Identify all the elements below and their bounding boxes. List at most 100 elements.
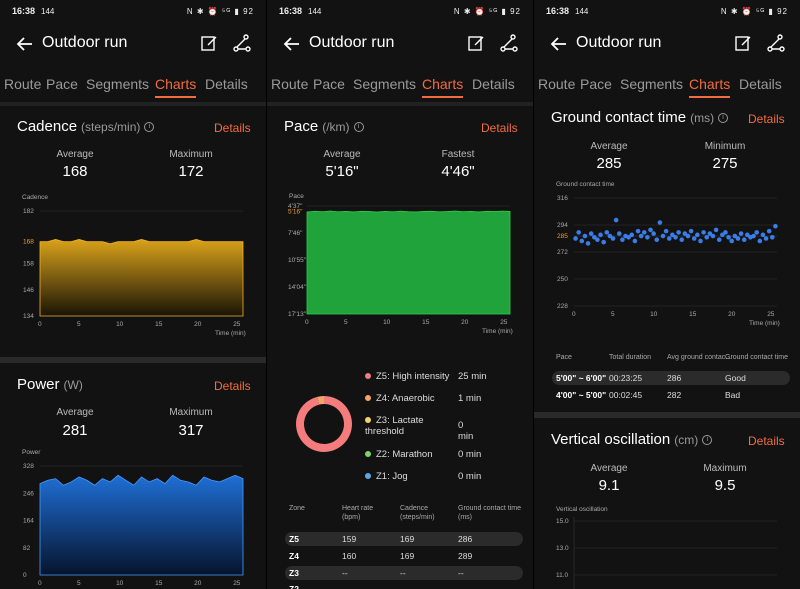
pace-title-text: Pace	[284, 118, 319, 135]
section-separator	[534, 412, 800, 418]
status-signal: 144	[308, 6, 322, 16]
gct-point	[713, 227, 719, 233]
table-cell: --	[400, 568, 406, 578]
cadence-maximum-value: 172	[178, 163, 204, 180]
cadence-maximum-label: Maximum	[169, 149, 213, 160]
tab-segments[interactable]: Segments	[620, 76, 683, 92]
gct-point	[716, 237, 722, 243]
gct-details-link[interactable]: Details	[748, 112, 785, 126]
table-cell: Good	[725, 373, 746, 383]
tab-segments[interactable]: Segments	[353, 76, 416, 92]
table-header-pace: Pace	[556, 354, 572, 361]
route-share-icon[interactable]	[499, 33, 519, 53]
cadence-area	[39, 239, 244, 317]
back-arrow-icon[interactable]	[281, 33, 303, 55]
y-tick-label: 328	[23, 463, 34, 470]
tab-charts[interactable]: Charts	[689, 76, 731, 98]
y-tick-label: 0	[23, 572, 27, 579]
tab-details[interactable]: Details	[472, 76, 515, 92]
status-signal: 144	[41, 6, 55, 16]
cadence-details-link[interactable]: Details	[214, 121, 251, 135]
info-icon[interactable]: i	[144, 122, 155, 133]
table-cell: Z5	[289, 534, 299, 544]
table-header-heart-rate: Heart rate (bpm)	[342, 505, 374, 521]
tab-pace[interactable]: Pace	[580, 76, 612, 92]
tab-route[interactable]: Route	[4, 76, 41, 92]
gct-point	[770, 234, 775, 240]
vo-details-link[interactable]: Details	[748, 434, 785, 448]
status-icons: N ✱ ⏰ ⁵ᴳ ▮ 92	[720, 6, 788, 16]
tab-charts[interactable]: Charts	[422, 76, 464, 98]
tab-route[interactable]: Route	[271, 76, 308, 92]
power-unit: (W)	[63, 378, 83, 392]
y-tick-label: 5'16"	[288, 209, 303, 216]
y-tick-label: 134	[23, 313, 34, 320]
zone-duration: 0 min	[458, 449, 482, 460]
gct-minimum-label: Minimum	[704, 141, 746, 152]
back-arrow-icon[interactable]	[14, 33, 36, 55]
gct-point	[673, 234, 678, 240]
cadence-unit: (steps/min)	[81, 120, 141, 134]
table-row: Z5 159 169 286	[285, 532, 523, 546]
gct-point	[632, 238, 638, 244]
cadence-chart: Cadence 182 168 158 146 134 0 5 10 15 20 25 Time (mi…	[22, 194, 246, 337]
section-separator	[0, 357, 266, 363]
edit-icon[interactable]	[467, 34, 485, 52]
info-icon[interactable]: i	[353, 122, 364, 133]
tab-details[interactable]: Details	[205, 76, 248, 92]
pace-details-link[interactable]: Details	[481, 121, 518, 135]
gct-point	[763, 236, 769, 241]
route-share-icon[interactable]	[766, 33, 786, 53]
power-details-link[interactable]: Details	[214, 379, 251, 393]
table-cell: 286	[667, 373, 682, 383]
back-arrow-icon[interactable]	[548, 33, 570, 55]
power-chart: Power 328 246 164 82 0 0 5 10 15 20 25	[22, 449, 244, 587]
zone-dot	[365, 417, 371, 424]
gct-point	[598, 232, 603, 238]
x-tick-label: 20	[194, 321, 202, 328]
tab-details[interactable]: Details	[739, 76, 782, 92]
tab-pace[interactable]: Pace	[46, 76, 78, 92]
gct-point	[735, 236, 741, 241]
gct-point	[588, 231, 594, 236]
power-average-value: 281	[62, 422, 88, 439]
x-axis-unit: Time (min)	[749, 320, 780, 327]
x-tick-label: 5	[77, 580, 81, 587]
route-share-icon[interactable]	[232, 33, 252, 53]
zone-slice-z4	[317, 396, 325, 405]
gct-point	[698, 238, 703, 244]
y-tick-label: 246	[23, 490, 34, 497]
table-header-ground-contact: Ground contact time (ms)	[458, 505, 522, 521]
status-icons: N ✱ ⏰ ⁵ᴳ ▮ 92	[186, 6, 254, 16]
x-tick-label: 20	[728, 311, 736, 318]
tab-bar: Route Pace Segments Charts Details	[267, 74, 533, 98]
zone-duration: 25 min	[458, 371, 487, 382]
edit-icon[interactable]	[200, 34, 218, 52]
status-icons: N ✱ ⏰ ⁵ᴳ ▮ 92	[453, 6, 521, 16]
info-icon[interactable]: i	[702, 435, 713, 446]
table-cell: 169	[400, 534, 415, 544]
edit-icon[interactable]	[734, 34, 752, 52]
pace-average-value: 5'16"	[325, 163, 359, 180]
y-tick-label: 272	[557, 249, 568, 256]
gct-point	[726, 234, 731, 240]
gct-point	[760, 232, 766, 238]
tab-charts[interactable]: Charts	[155, 76, 197, 98]
table-cell: 289	[458, 551, 473, 561]
gct-point	[729, 238, 735, 244]
gct-point	[695, 232, 700, 238]
gct-average-value: 285	[596, 155, 622, 172]
tab-segments[interactable]: Segments	[86, 76, 149, 92]
y-tick-label: 164	[23, 518, 34, 525]
info-icon[interactable]: i	[718, 113, 729, 124]
status-signal: 144	[575, 6, 589, 16]
tab-pace[interactable]: Pace	[313, 76, 345, 92]
gct-point	[741, 237, 747, 243]
power-title-text: Power	[17, 376, 60, 393]
gct-point	[704, 234, 710, 240]
gct-average-label: Average	[590, 141, 628, 152]
tab-route[interactable]: Route	[538, 76, 575, 92]
pace-unit: (/km)	[322, 120, 350, 134]
pace-average-label: Average	[323, 149, 361, 160]
table-cell: Z2	[289, 584, 299, 589]
